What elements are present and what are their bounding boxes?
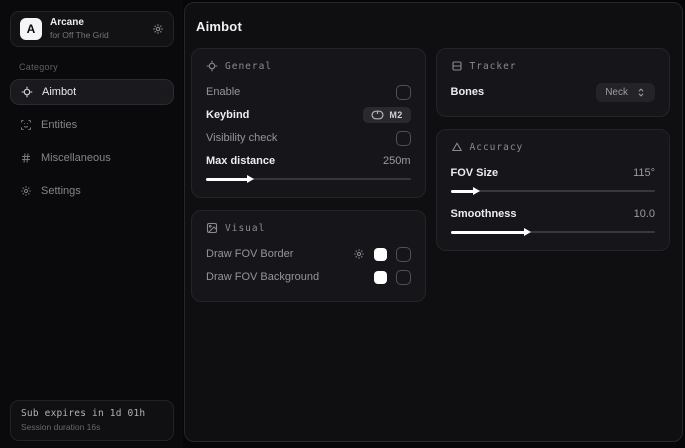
main-panel: Aimbot General — [184, 2, 683, 442]
setting-label: Enable — [206, 86, 240, 98]
bones-selected-value: Neck — [605, 87, 628, 98]
setting-row-visibility-check: Visibility check — [206, 127, 411, 149]
app-subtitle: for Off The Grid — [50, 30, 144, 41]
smoothness-slider[interactable] — [451, 228, 656, 237]
setting-label: Bones — [451, 86, 485, 98]
sidebar-item-miscellaneous[interactable]: Miscellaneous — [10, 145, 174, 171]
card-visual: Visual Draw FOV Border — [191, 210, 426, 302]
slider-thumb[interactable] — [473, 187, 480, 195]
setting-row-smoothness: Smoothness 10.0 — [451, 203, 656, 225]
logo-letter: A — [27, 22, 36, 36]
sidebar-item-label: Entities — [41, 119, 77, 131]
fov-border-color-swatch[interactable] — [374, 248, 387, 261]
sidebar: A Arcane for Off The Grid Category — [0, 0, 183, 448]
setting-label: Draw FOV Border — [206, 248, 293, 260]
keybind-button[interactable]: M2 — [363, 107, 410, 123]
card-accuracy: Accuracy FOV Size 115° Smoothness — [436, 129, 671, 251]
session-duration-text: Session duration 16s — [21, 422, 163, 432]
bones-select[interactable]: Neck — [596, 83, 655, 102]
sidebar-item-settings[interactable]: Settings — [10, 178, 174, 204]
setting-label: Draw FOV Background — [206, 271, 319, 283]
setting-label: Visibility check — [206, 132, 277, 144]
scan-icon — [451, 60, 463, 72]
mouse-icon — [371, 110, 384, 120]
setting-label: Smoothness — [451, 208, 517, 220]
slider-thumb[interactable] — [524, 228, 531, 236]
fov-size-slider[interactable] — [451, 187, 656, 196]
sidebar-item-label: Aimbot — [42, 86, 76, 98]
visibility-check-checkbox[interactable] — [396, 131, 411, 146]
max-distance-value: 250m — [383, 155, 411, 167]
setting-row-bones: Bones Neck — [451, 81, 656, 103]
sidebar-nav: Aimbot Entities Miscella — [0, 79, 183, 204]
gear-icon[interactable] — [152, 23, 164, 35]
crosshair-icon — [21, 86, 33, 98]
setting-row-fov-size: FOV Size 115° — [451, 162, 656, 184]
slider-thumb[interactable] — [247, 175, 254, 183]
setting-row-max-distance: Max distance 250m — [206, 150, 411, 172]
left-column: General Enable Keybind — [191, 48, 426, 302]
app-logo: A — [20, 18, 42, 40]
setting-row-keybind: Keybind M2 — [206, 104, 411, 126]
enable-checkbox[interactable] — [396, 85, 411, 100]
card-title: Accuracy — [470, 142, 524, 153]
card-general: General Enable Keybind — [191, 48, 426, 198]
card-title: General — [225, 61, 272, 72]
sidebar-item-aimbot[interactable]: Aimbot — [10, 79, 174, 105]
setting-row-draw-fov-background: Draw FOV Background — [206, 266, 411, 288]
setting-label: Keybind — [206, 109, 249, 121]
card-title: Tracker — [470, 61, 517, 72]
card-tracker: Tracker Bones Neck — [436, 48, 671, 117]
sidebar-item-label: Settings — [41, 185, 81, 197]
draw-fov-background-checkbox[interactable] — [396, 270, 411, 285]
fov-size-value: 115° — [633, 167, 655, 179]
gear-icon — [20, 185, 32, 197]
chevrons-up-down-icon — [636, 87, 646, 98]
gear-icon[interactable] — [353, 248, 365, 260]
brand-card: A Arcane for Off The Grid — [10, 11, 174, 47]
keybind-value: M2 — [389, 110, 402, 120]
smoothness-value: 10.0 — [634, 208, 655, 220]
setting-label: Max distance — [206, 155, 275, 167]
hash-icon — [20, 152, 32, 164]
app-name: Arcane — [50, 17, 144, 30]
draw-fov-border-checkbox[interactable] — [396, 247, 411, 262]
image-icon — [206, 222, 218, 234]
sidebar-item-entities[interactable]: Entities — [10, 112, 174, 138]
subscription-card: Sub expires in 1d 01h Session duration 1… — [10, 400, 174, 441]
scan-face-icon — [20, 119, 32, 131]
card-title: Visual — [225, 223, 265, 234]
category-label: Category — [19, 62, 183, 72]
app-root: A Arcane for Off The Grid Category — [0, 0, 685, 448]
right-column: Tracker Bones Neck — [436, 48, 671, 251]
triangle-icon — [451, 141, 463, 153]
crosshair-icon — [206, 60, 218, 72]
setting-row-draw-fov-border: Draw FOV Border — [206, 243, 411, 265]
sidebar-item-label: Miscellaneous — [41, 152, 111, 164]
sub-expiry-text: Sub expires in 1d 01h — [21, 408, 163, 419]
setting-row-enable: Enable — [206, 81, 411, 103]
setting-label: FOV Size — [451, 167, 499, 179]
max-distance-slider[interactable] — [206, 175, 411, 184]
fov-background-color-swatch[interactable] — [374, 271, 387, 284]
page-title: Aimbot — [196, 19, 670, 34]
